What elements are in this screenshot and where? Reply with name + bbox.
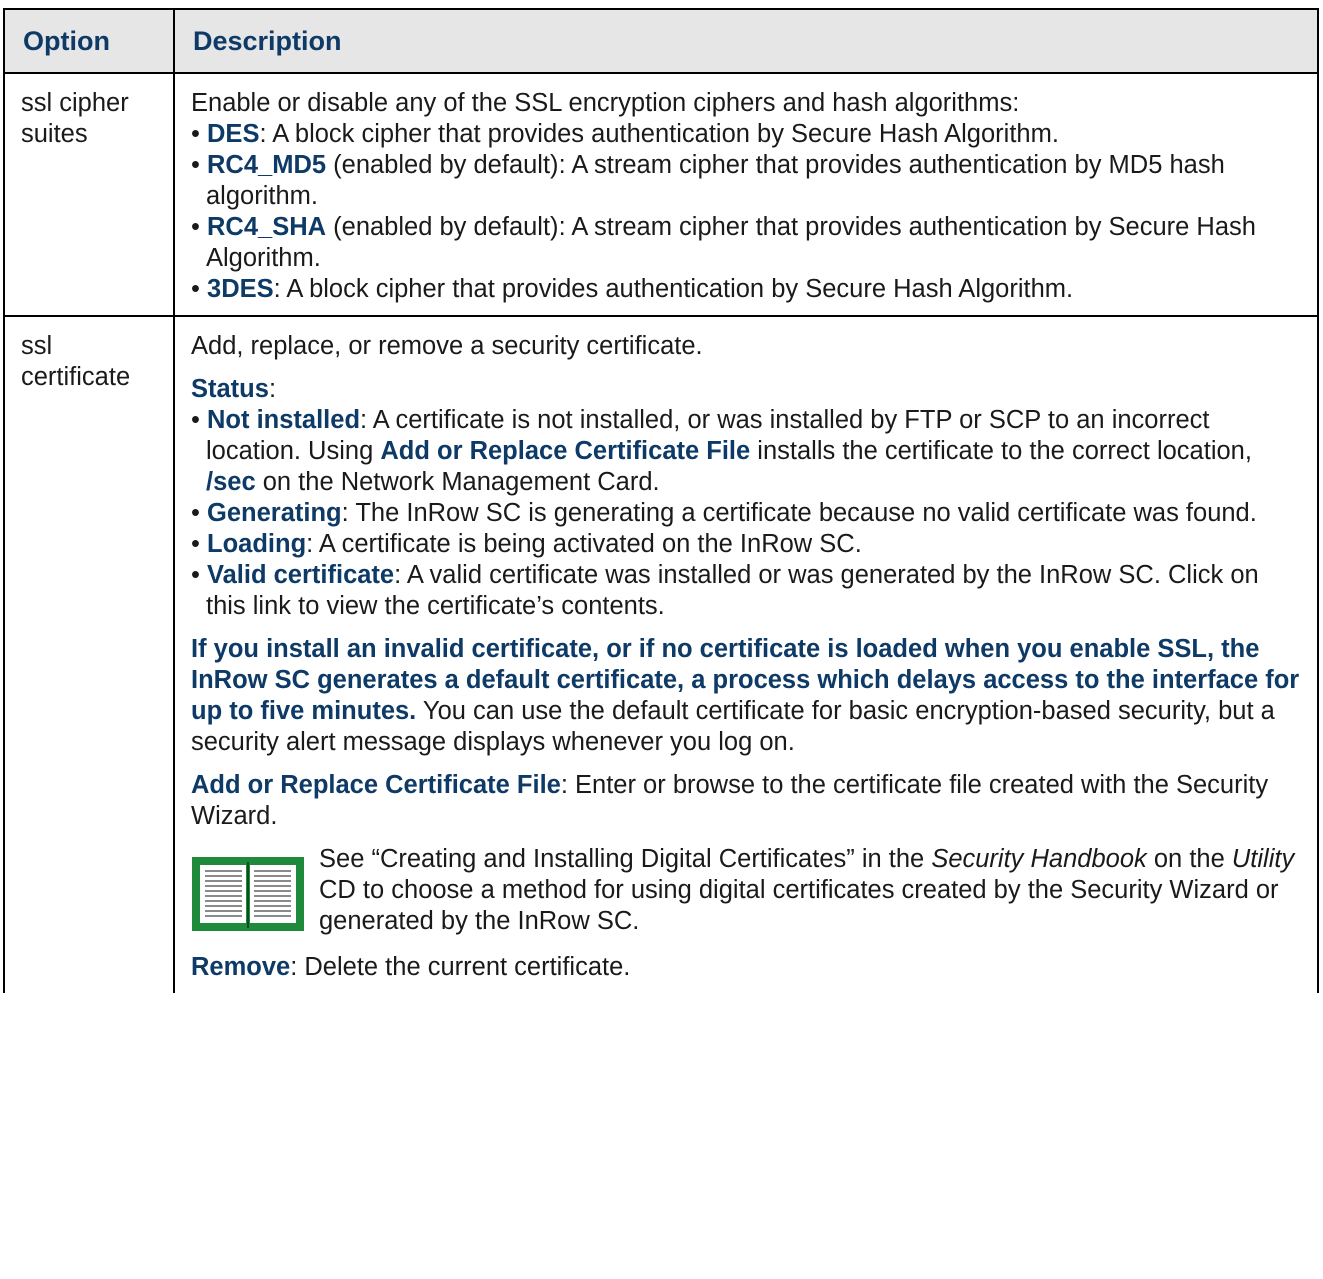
option-name: ssl cipher suites [21, 89, 129, 148]
sec-path: /sec [206, 468, 256, 496]
see-also-note: See “Creating and Installing Digital Cer… [191, 844, 1301, 940]
see-also-text: See “Creating and Installing Digital Cer… [319, 845, 1295, 935]
column-header-description: Description [173, 8, 1319, 74]
option-name: ssl certificate [21, 332, 131, 391]
page: Option Description ssl cipher suites Ena… [0, 0, 1323, 1279]
table-row: ssl certificate Add, replace, or remove … [3, 315, 1319, 993]
column-header-option: Option [3, 8, 175, 74]
add-replace-paragraph: Add or Replace Certificate File: Enter o… [191, 771, 1269, 830]
table-row: ssl cipher suites Enable or disable any … [3, 72, 1319, 317]
list-item: • RC4_MD5 (enabled by default): A stream… [191, 151, 1225, 210]
cipher-term: RC4_MD5 [207, 151, 327, 179]
option-cell: ssl cipher suites [3, 72, 175, 317]
options-table: Option Description ssl cipher suites Ena… [3, 8, 1319, 993]
description-cell: Add, replace, or remove a security certi… [173, 315, 1319, 993]
list-item: • Loading: A certificate is being activa… [191, 530, 862, 558]
description-cell: Enable or disable any of the SSL encrypt… [173, 72, 1319, 317]
status-heading: Status: [191, 375, 277, 403]
list-item: • Not installed: A certificate is not in… [191, 406, 1252, 496]
description-intro: Enable or disable any of the SSL encrypt… [191, 89, 1020, 117]
warning-paragraph: If you install an invalid certificate, o… [191, 635, 1300, 756]
list-item: • Generating: The InRow SC is generating… [191, 499, 1257, 527]
header-row: Option Description [3, 8, 1319, 74]
cipher-term: 3DES [207, 275, 274, 303]
cipher-term: DES [207, 120, 260, 148]
book-icon [191, 844, 319, 940]
description-intro: Add, replace, or remove a security certi… [191, 332, 703, 360]
remove-paragraph: Remove: Delete the current certificate. [191, 953, 631, 981]
list-item: • 3DES: A block cipher that provides aut… [191, 275, 1074, 303]
cipher-term: RC4_SHA [207, 213, 327, 241]
option-cell: ssl certificate [3, 315, 175, 993]
list-item: • RC4_SHA (enabled by default): A stream… [191, 213, 1256, 272]
add-replace-ref: Add or Replace Certificate File [380, 437, 751, 465]
list-item: • Valid certificate: A valid certificate… [191, 561, 1259, 620]
list-item: • DES: A block cipher that provides auth… [191, 120, 1059, 148]
